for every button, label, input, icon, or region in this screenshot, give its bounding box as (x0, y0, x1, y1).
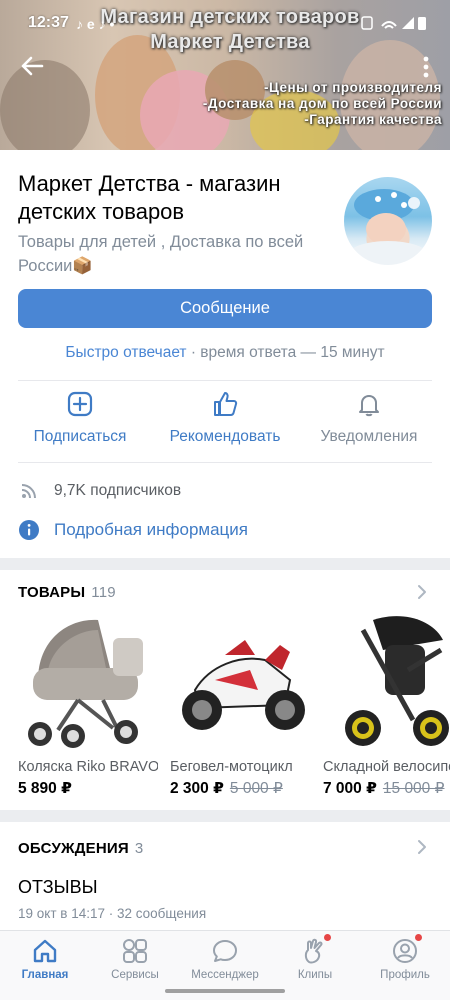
discussions-header[interactable]: ОБСУЖДЕНИЯ 3 (18, 840, 143, 857)
nav-messenger[interactable]: Мессенджер (180, 937, 270, 981)
nav-profile[interactable]: Профиль (360, 937, 450, 981)
product-price: 2 300 ₽ 5 000 ₽ (170, 779, 310, 798)
discussion-topic-meta: 19 окт в 14:17 · 32 сообщения (18, 906, 207, 921)
more-vertical-icon[interactable] (416, 54, 436, 80)
recommend-button[interactable]: Рекомендовать (155, 390, 295, 446)
divider (18, 462, 432, 463)
price-current: 5 890 ₽ (18, 780, 72, 797)
product-card[interactable]: Коляска Riko BRAVO 5 890 ₽ (18, 610, 158, 798)
home-indicator (165, 989, 285, 993)
products-count: 119 (91, 584, 116, 601)
info-icon (18, 519, 40, 541)
products-header[interactable]: ТОВАРЫ 119 (18, 584, 116, 601)
nav-clips-label: Клипы (297, 969, 333, 981)
subscribe-button[interactable]: Подписаться (10, 390, 150, 446)
signal-battery-icon (361, 16, 426, 30)
product-price: 5 890 ₽ (18, 779, 158, 798)
action-row: Подписаться Рекомендовать Уведомления (0, 390, 450, 455)
cover-bullet: -Доставка на дом по всей России (202, 96, 442, 111)
subscribers-count: 9,7K подписчиков (54, 482, 182, 499)
product-name: Коляска Riko BRAVO (18, 759, 158, 775)
bell-icon (359, 395, 379, 417)
product-price: 7 000 ₽ 15 000 ₽ (323, 779, 450, 798)
status-bar: 12:37 ♪ e ♪ • (0, 0, 450, 46)
plus-square-icon (67, 391, 93, 417)
products-heading: ТОВАРЫ (18, 584, 86, 601)
back-arrow-icon[interactable] (18, 52, 46, 80)
nav-profile-label: Профиль (380, 969, 430, 981)
nav-services-label: Сервисы (111, 969, 159, 981)
bike-image (170, 610, 310, 755)
product-name: Складной велосипед (323, 759, 450, 775)
home-icon (33, 939, 57, 963)
price-old: 5 000 ₽ (229, 780, 283, 797)
avatar[interactable] (344, 177, 432, 265)
price-old: 15 000 ₽ (382, 780, 445, 797)
details-label: Подробная информация (54, 520, 248, 539)
recommend-label: Рекомендовать (169, 428, 281, 445)
chevron-right-icon[interactable] (416, 584, 428, 600)
cover-bullet: -Цены от производителя (263, 80, 442, 95)
subscribers-row[interactable]: 9,7K подписчиков (18, 480, 181, 502)
discussions-heading: ОБСУЖДЕНИЯ (18, 840, 129, 857)
rss-icon (18, 480, 40, 502)
profile-icon (393, 939, 417, 963)
discussion-topic-title[interactable]: ОТЗЫВЫ (18, 877, 98, 898)
divider (18, 380, 432, 381)
nav-home-label: Главная (21, 969, 69, 981)
nav-messenger-label: Мессенджер (191, 969, 259, 981)
clips-icon (304, 938, 323, 964)
page-title: Маркет Детства - магазин детских товаров (18, 171, 281, 224)
fast-reply-badge: Быстро отвечает (65, 344, 187, 361)
services-grid-icon (123, 939, 147, 963)
message-button[interactable]: Сообщение (18, 289, 432, 328)
tricycle-image (323, 610, 450, 755)
reply-time-text: · время ответа — 15 минут (186, 344, 385, 361)
discussions-count: 3 (134, 840, 144, 857)
thumbs-up-icon (214, 392, 238, 416)
details-link[interactable]: Подробная информация (18, 519, 248, 541)
chevron-right-icon[interactable] (416, 839, 428, 855)
message-bubble-icon (213, 940, 237, 962)
product-card[interactable]: Складной велосипед 7 000 ₽ 15 000 ₽ (323, 610, 450, 798)
nav-services[interactable]: Сервисы (90, 937, 180, 981)
product-card[interactable]: Беговел-мотоцикл 2 300 ₽ 5 000 ₽ (170, 610, 310, 798)
clips-notification-dot (324, 934, 331, 941)
profile-notification-dot (415, 934, 422, 941)
notifications-button[interactable]: Уведомления (299, 390, 439, 446)
baby-photo-icon (348, 189, 428, 265)
notifications-label: Уведомления (320, 428, 418, 445)
page-subtitle: Товары для детей , Доставка по всей Росс… (18, 233, 304, 275)
cover-bullet: -Гарантия качества (304, 112, 442, 127)
notification-icons: ♪ e ♪ • (76, 16, 115, 32)
nav-clips[interactable]: Клипы (270, 937, 360, 981)
section-gap (0, 558, 450, 570)
cover-bullets: -Цены от производителя -Доставка на дом … (203, 80, 442, 128)
nav-home[interactable]: Главная (0, 937, 90, 981)
price-current: 7 000 ₽ (323, 780, 377, 797)
stroller-image (18, 610, 158, 755)
status-time: 12:37 (28, 14, 69, 31)
reply-time: Быстро отвечает · время ответа — 15 мину… (0, 344, 450, 362)
subscribe-label: Подписаться (33, 428, 127, 445)
section-gap (0, 810, 450, 822)
product-name: Беговел-мотоцикл (170, 759, 293, 775)
system-icons (360, 14, 430, 37)
price-current: 2 300 ₽ (170, 780, 224, 797)
